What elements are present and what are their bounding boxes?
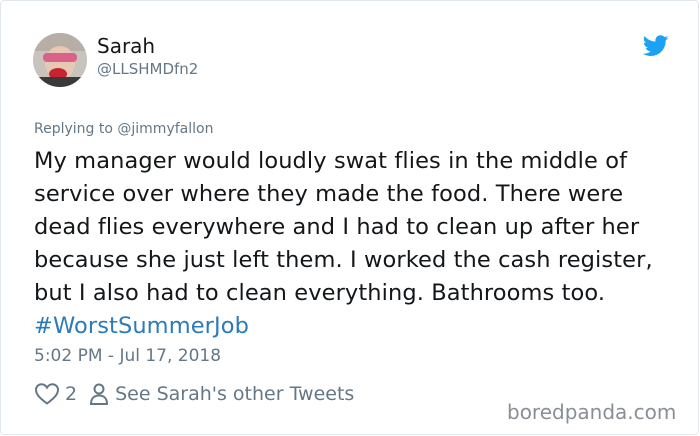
replying-prefix: Replying to [34, 121, 118, 137]
tweet-text: My manager would loudly swat flies in th… [34, 145, 674, 343]
other-tweets-link[interactable]: See Sarah's other Tweets [115, 383, 354, 405]
hashtag-link[interactable]: #WorstSummerJob [34, 313, 249, 339]
avatar[interactable] [33, 33, 87, 87]
user-handle[interactable]: @LLSHMDfn2 [97, 60, 198, 78]
tweet-body: My manager would loudly swat flies in th… [34, 148, 653, 306]
tweet-actions: 2 See Sarah's other Tweets [34, 379, 354, 409]
person-icon [89, 382, 109, 406]
display-name[interactable]: Sarah [97, 34, 155, 58]
replying-to: Replying to @jimmyfallon [34, 121, 213, 137]
heart-icon[interactable] [34, 382, 60, 406]
boredpanda-watermark: boredpanda.com [507, 400, 677, 424]
tweet-timestamp[interactable]: 5:02 PM - Jul 17, 2018 [34, 346, 221, 366]
like-count: 2 [65, 383, 78, 405]
reply-mention-link[interactable]: @jimmyfallon [117, 121, 213, 137]
twitter-logo-icon[interactable] [642, 35, 669, 57]
tweet-card: Sarah @LLSHMDfn2 Replying to @jimmyfallo… [0, 0, 699, 435]
